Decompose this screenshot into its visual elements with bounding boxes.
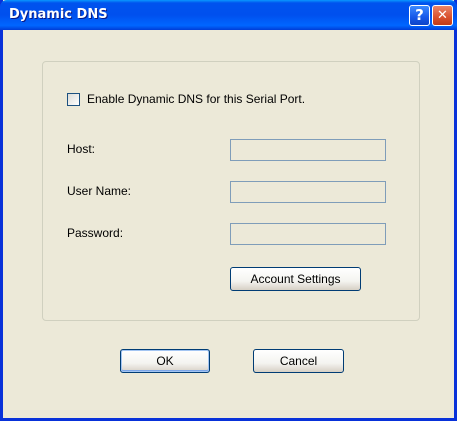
host-label: Host:: [67, 142, 96, 156]
close-x-icon: ✕: [437, 8, 448, 23]
close-button[interactable]: ✕: [432, 5, 453, 26]
host-field[interactable]: [230, 139, 386, 161]
enable-dynamic-dns-label[interactable]: Enable Dynamic DNS for this Serial Port.: [87, 92, 305, 106]
username-label: User Name:: [67, 184, 132, 198]
help-button[interactable]: ?: [409, 5, 430, 26]
title-bar[interactable]: Dynamic DNS ? ✕: [0, 0, 457, 30]
dynamic-dns-dialog: Dynamic DNS ? ✕ Enable Dynamic DNS for t…: [0, 0, 457, 421]
password-label: Password:: [67, 226, 124, 240]
username-field[interactable]: [230, 181, 386, 203]
dns-settings-group: Enable Dynamic DNS for this Serial Port.…: [42, 61, 420, 321]
window-title: Dynamic DNS: [9, 7, 108, 22]
question-mark-icon: ?: [415, 6, 424, 24]
enable-dynamic-dns-checkbox[interactable]: [67, 93, 80, 106]
account-settings-button[interactable]: Account Settings: [230, 267, 361, 291]
ok-button[interactable]: OK: [120, 349, 210, 373]
cancel-button[interactable]: Cancel: [253, 349, 344, 373]
password-field[interactable]: [230, 223, 386, 245]
